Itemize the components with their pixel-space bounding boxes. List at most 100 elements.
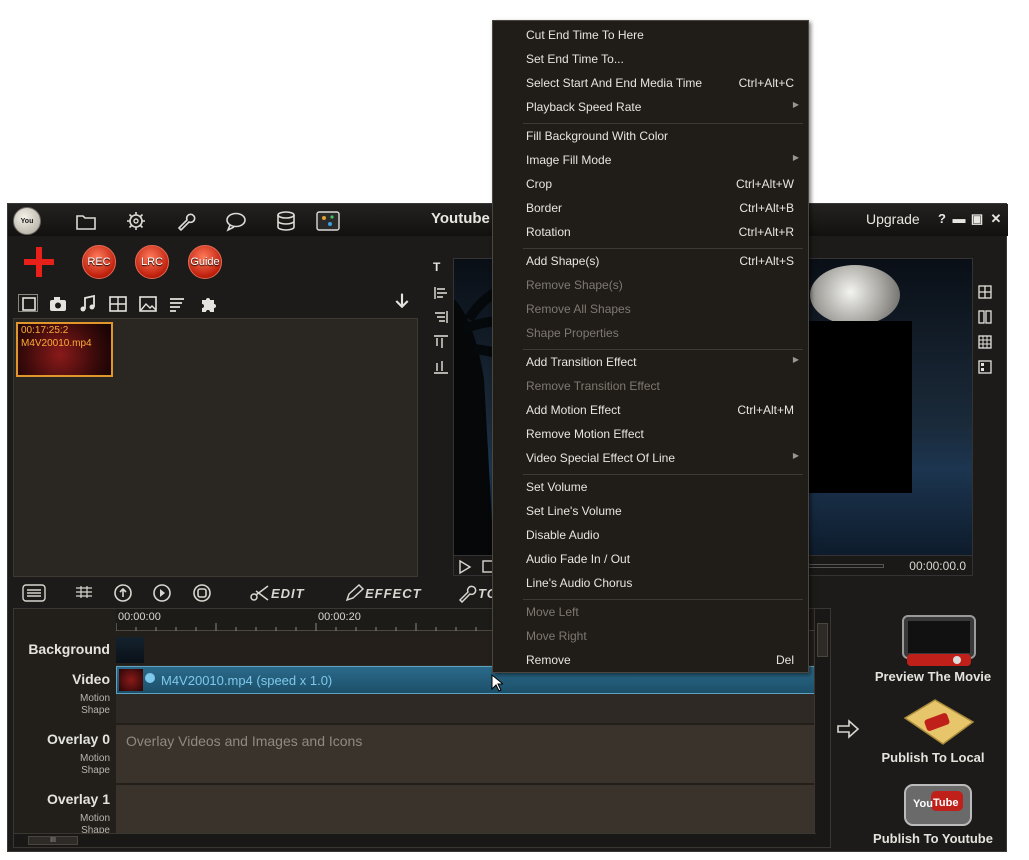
play-circle-icon[interactable] [150, 583, 174, 603]
preview-seek-bar[interactable] [804, 564, 884, 568]
vertical-scroll-thumb[interactable] [817, 623, 828, 657]
menu-item-set-volume[interactable]: Set Volume [493, 476, 808, 498]
menu-item-add-motion-effect[interactable]: Add Motion Effect Ctrl+Alt+M [493, 399, 808, 421]
menu-item-remove-transition-effect: Remove Transition Effect [493, 375, 808, 397]
menu-item-cut-end-time-to-here[interactable]: Cut End Time To Here [493, 24, 808, 46]
list-view-icon[interactable] [22, 583, 46, 603]
menu-separator [523, 474, 803, 475]
grid-view-icon[interactable] [72, 583, 96, 603]
folder-icon[interactable] [74, 210, 98, 232]
menu-item-audio-fade-in-out[interactable]: Audio Fade In / Out [493, 548, 808, 570]
overlay-1-track[interactable] [116, 785, 816, 833]
menu-separator [523, 248, 803, 249]
horizontal-scroll-thumb[interactable]: III [28, 836, 78, 845]
video-tab[interactable] [18, 294, 38, 312]
menu-item-shortcut: Ctrl+Alt+W [735, 177, 794, 191]
palette-icon[interactable] [316, 210, 340, 232]
menu-item-border[interactable]: Border Ctrl+Alt+B [493, 197, 808, 219]
menu-item-shortcut: Ctrl+Alt+B [739, 201, 794, 215]
upgrade-link[interactable]: Upgrade [866, 211, 920, 227]
pencil-icon[interactable] [343, 583, 367, 603]
folder-youtube-icon[interactable] [901, 696, 977, 752]
text-lines-tab[interactable] [168, 295, 188, 313]
align-left-icon[interactable] [433, 286, 449, 300]
overlay-black-box [809, 321, 912, 493]
wrench-icon[interactable] [174, 210, 198, 232]
menu-item-image-fill-mode[interactable]: Image Fill Mode ▶ [493, 149, 808, 171]
menu-item-select-start-and-end-media-time[interactable]: Select Start And End Media Time Ctrl+Alt+… [493, 72, 808, 94]
menu-item-label: Line's Audio Chorus [526, 576, 633, 590]
menu-item-move-left: Move Left [493, 601, 808, 623]
menu-item-set-end-time-to[interactable]: Set End Time To... [493, 48, 808, 70]
layout-cross-icon[interactable] [977, 334, 993, 350]
preview-movie-button[interactable]: Preview The Movie [868, 669, 998, 684]
align-right-icon[interactable] [433, 310, 449, 324]
camera-icon [50, 297, 66, 311]
menu-item-fill-background-with-color[interactable]: Fill Background With Color [493, 125, 808, 147]
menu-item-label: Video Special Effect Of Line [526, 451, 675, 465]
track-sub-video: Motion Shape [79, 693, 110, 716]
menu-item-label: Audio Fade In / Out [526, 552, 631, 566]
play-icon[interactable] [459, 559, 472, 575]
stop-circle-icon[interactable] [190, 583, 214, 603]
tv-icon[interactable] [901, 614, 977, 670]
menu-item-crop[interactable]: Crop Ctrl+Alt+W [493, 173, 808, 195]
menu-item-rotation[interactable]: Rotation Ctrl+Alt+R [493, 221, 808, 243]
image-tab[interactable] [138, 295, 158, 313]
menu-item-add-transition-effect[interactable]: Add Transition Effect ▶ [493, 351, 808, 373]
puzzle-tab[interactable] [198, 295, 218, 313]
maximize-button[interactable]: ▣ [969, 211, 985, 227]
menu-item-set-line-s-volume[interactable]: Set Line's Volume [493, 500, 808, 522]
camera-tab[interactable] [48, 295, 68, 313]
image-icon [139, 296, 157, 312]
menu-item-line-s-audio-chorus[interactable]: Line's Audio Chorus [493, 572, 808, 594]
track-label-background: Background [28, 641, 110, 657]
help-button[interactable]: ? [934, 211, 950, 226]
database-icon[interactable] [274, 210, 298, 232]
download-arrow-icon[interactable] [392, 292, 414, 314]
menu-item-remove-motion-effect[interactable]: Remove Motion Effect [493, 423, 808, 445]
scissors-icon[interactable] [248, 583, 272, 603]
overlay-0-track[interactable]: Overlay Videos and Images and Icons [116, 725, 816, 783]
menu-item-add-shape-s[interactable]: Add Shape(s) Ctrl+Alt+S [493, 250, 808, 272]
video-track[interactable]: M4V20010.mp4 (speed x 1.0) [116, 665, 816, 723]
svg-text:Tube: Tube [933, 797, 958, 809]
effect-button[interactable]: EFFECT [365, 586, 422, 601]
gear-icon[interactable] [124, 210, 148, 232]
menu-item-playback-speed-rate[interactable]: Playback Speed Rate ▶ [493, 96, 808, 118]
align-top-icon[interactable] [433, 335, 449, 349]
align-bottom-icon[interactable] [433, 360, 449, 374]
menu-item-label: Set Volume [526, 480, 588, 494]
menu-item-remove-shape-s: Remove Shape(s) [493, 274, 808, 296]
track-label-video: Video [72, 671, 110, 687]
tools-wrench-icon[interactable] [456, 583, 480, 604]
menu-item-disable-audio[interactable]: Disable Audio [493, 524, 808, 546]
layout-split-icon[interactable] [977, 309, 993, 325]
publish-youtube-button[interactable]: Publish To Youtube [868, 831, 998, 846]
forward-arrow-icon[interactable] [836, 719, 860, 739]
close-button[interactable]: ✕ [988, 211, 1004, 227]
add-media-button[interactable] [22, 245, 56, 279]
upload-circle-icon[interactable] [111, 583, 135, 603]
media-item[interactable]: 00:17:25:2 M4V20010.mp4 [16, 322, 113, 377]
timeline-horizontal-scrollbar[interactable]: III [14, 833, 816, 847]
menu-separator [523, 349, 803, 350]
guide-button[interactable]: Guide [188, 245, 222, 279]
menu-item-label: Remove Transition Effect [526, 379, 660, 393]
menu-item-remove[interactable]: Remove Del [493, 649, 808, 671]
text-tool-icon[interactable]: T [433, 260, 449, 274]
lrc-button[interactable]: LRC [135, 245, 169, 279]
filmstrip-tab[interactable] [108, 295, 128, 313]
minimize-button[interactable]: ▬ [951, 211, 967, 226]
layout-tiles-icon[interactable] [977, 359, 993, 375]
timeline-vertical-scrollbar[interactable] [814, 609, 830, 847]
layout-grid-icon[interactable] [977, 284, 993, 300]
chat-icon[interactable] [224, 210, 248, 232]
edit-button[interactable]: EDIT [271, 586, 305, 601]
background-thumbnail [116, 637, 144, 663]
rec-button[interactable]: REC [82, 245, 116, 279]
publish-local-button[interactable]: Publish To Local [868, 750, 998, 765]
youtube-icon[interactable]: You Tube [901, 779, 977, 831]
menu-item-video-special-effect-of-line[interactable]: Video Special Effect Of Line ▶ [493, 447, 808, 469]
music-tab[interactable] [78, 294, 98, 313]
